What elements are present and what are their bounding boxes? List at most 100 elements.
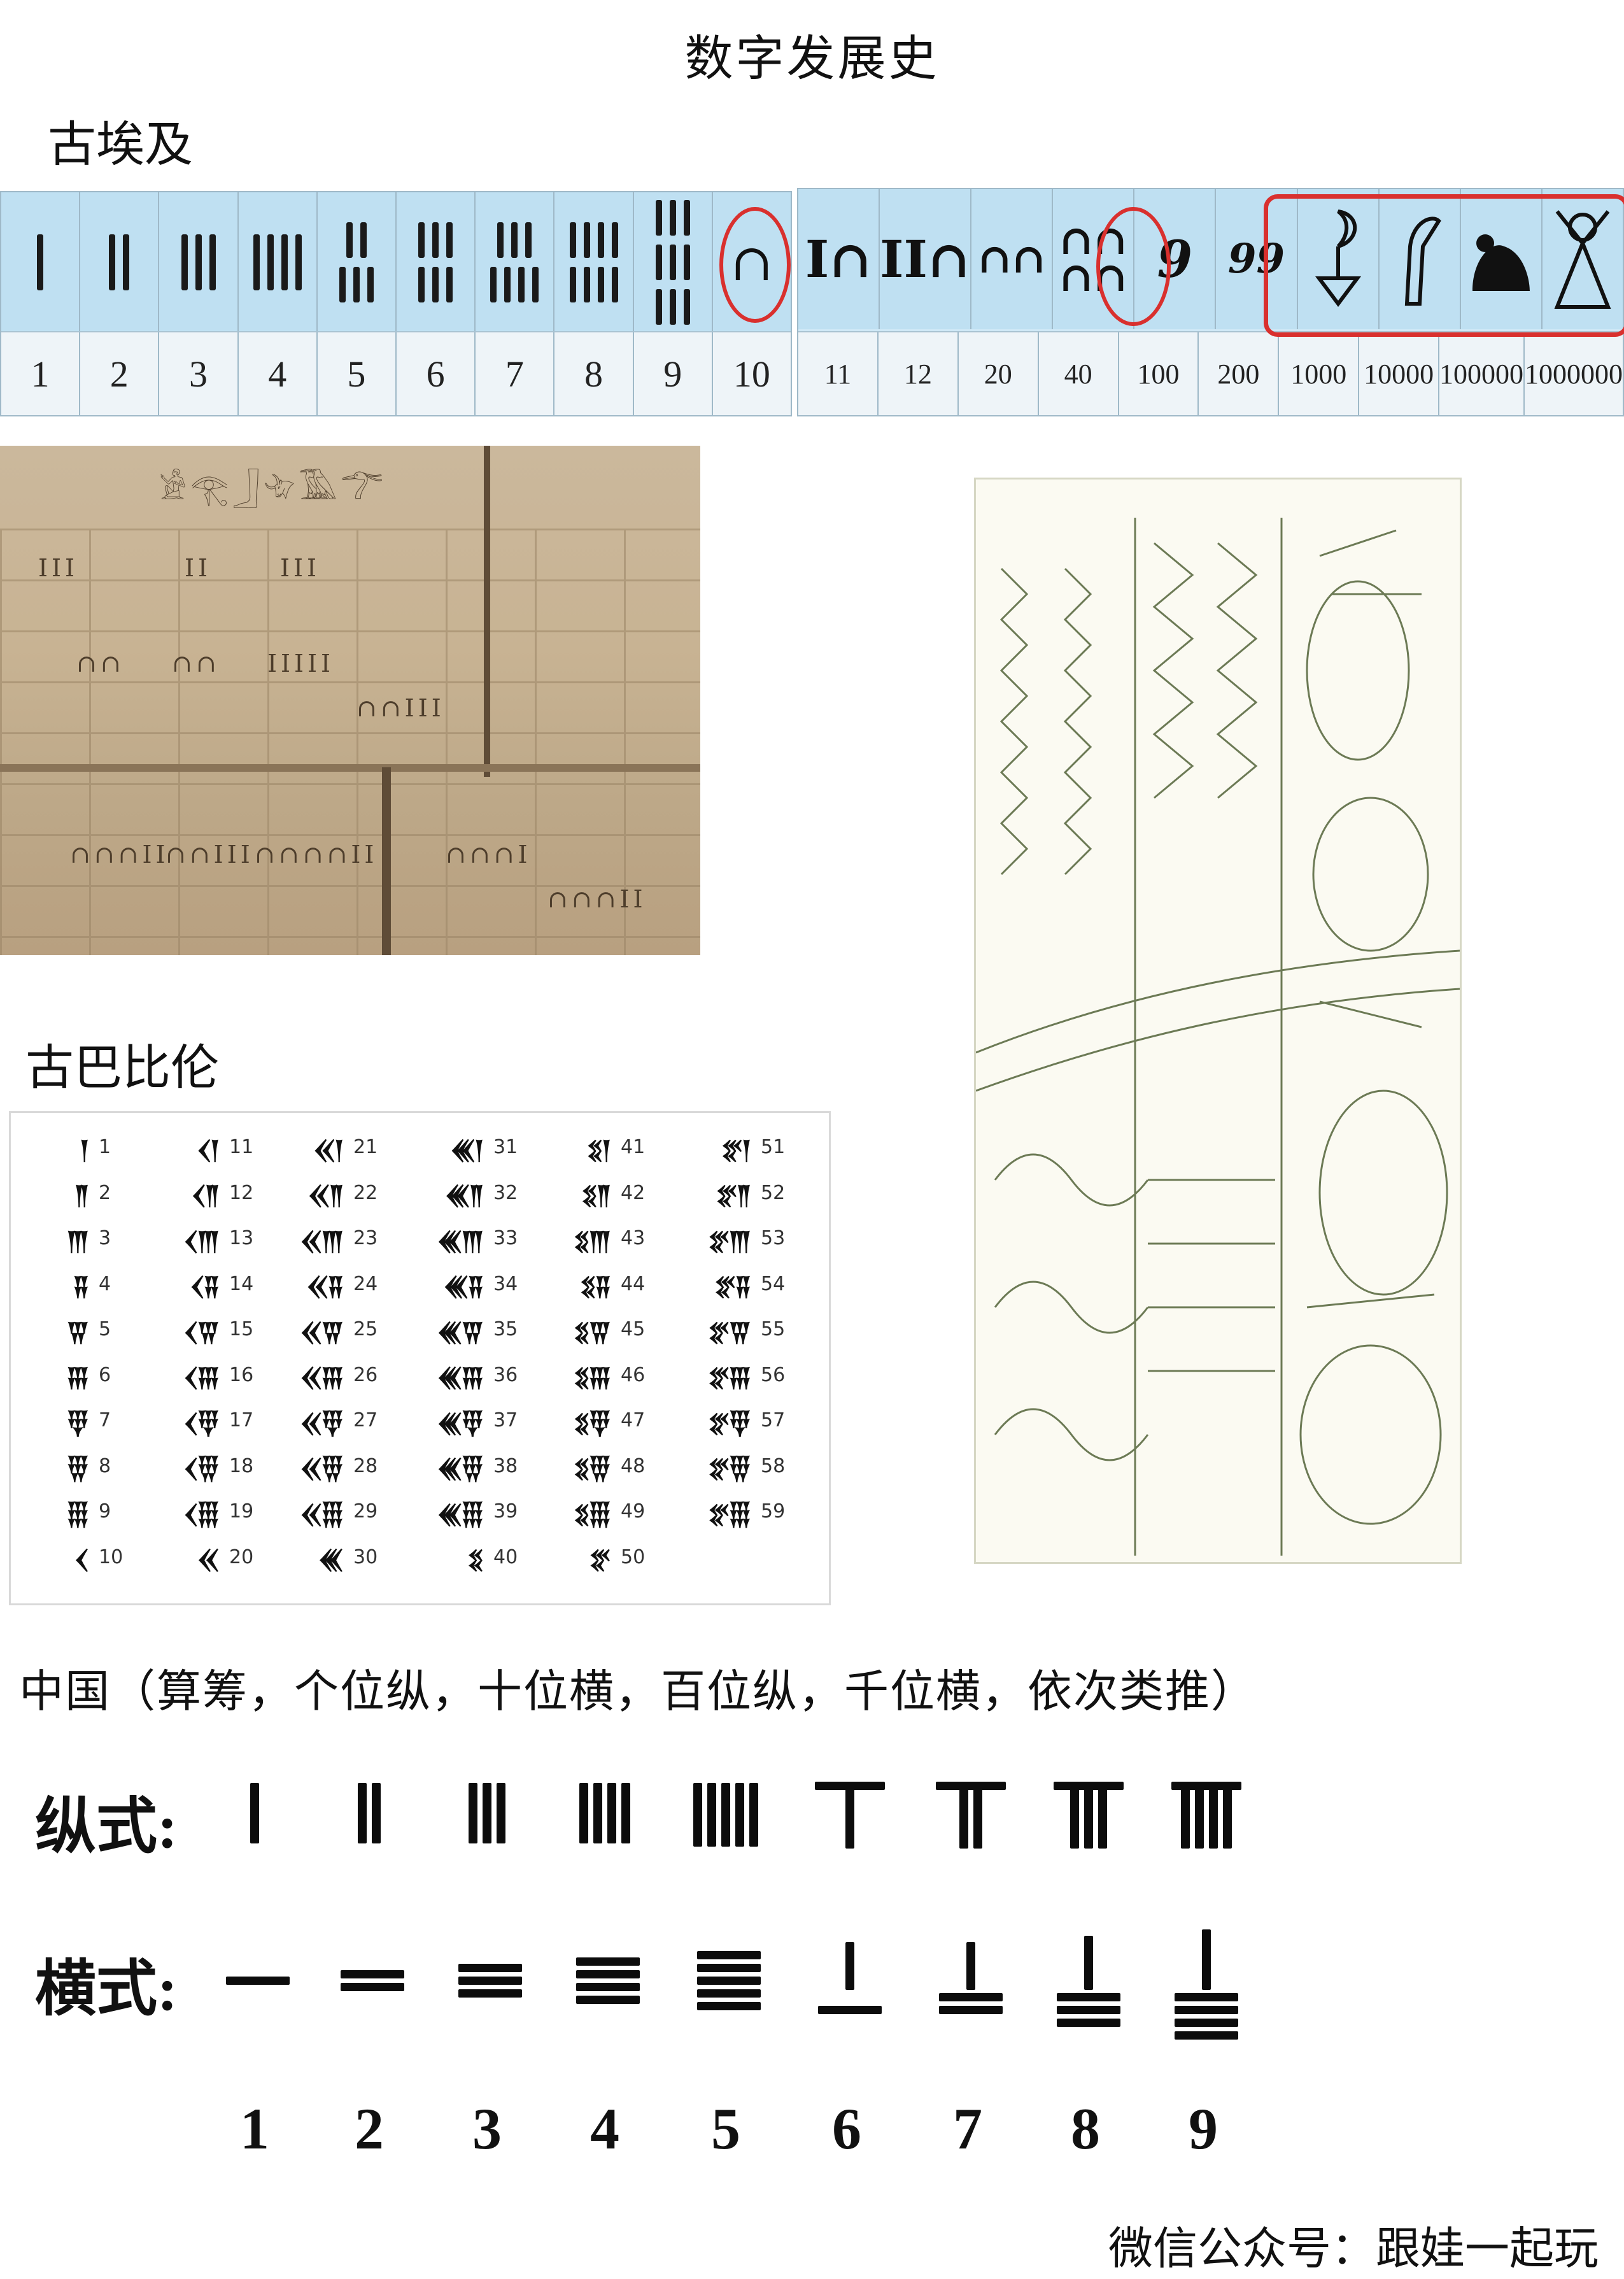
babylon-number: 5 — [99, 1318, 111, 1341]
babylon-number: 53 — [761, 1227, 786, 1250]
egypt-number-20: 20 — [984, 358, 1012, 390]
egypt-glyph-12: II∩ — [880, 189, 971, 329]
egypt-glyph-11: I∩ — [798, 189, 880, 329]
rod-digit-label: 2 — [355, 2096, 384, 2161]
babylon-numeral-20: 𒎙 20 — [167, 1535, 253, 1580]
babylon-number: 52 — [761, 1181, 786, 1204]
babylon-number: 34 — [493, 1272, 518, 1295]
babylon-number: 43 — [621, 1227, 646, 1250]
horizontal-rod-4 — [557, 1917, 653, 2038]
rod-digit-label: 4 — [590, 2096, 619, 2161]
babylon-number: 4 — [99, 1272, 111, 1295]
vertical-rod-3 — [439, 1770, 535, 1891]
babylon-numeral-table: 𒁹 1 𒈫 2 𒐈 3 𒐉 4 𒐊 5 𒐋 6 𒑂 7 𒑄 8 𒑆 9 𒌋 10 𒌋𒁹 11 𒌋𒈫 12 𒌋𒐈 13 𒌋𒐉 14 𒌋𒐊 1… — [9, 1111, 831, 1605]
babylon-number: 41 — [621, 1136, 646, 1159]
babylon-number: 11 — [229, 1136, 254, 1159]
babylon-number: 44 — [621, 1272, 646, 1295]
cuneiform-symbol: 𒌍 — [318, 1545, 344, 1575]
egypt-number-12: 12 — [903, 358, 932, 390]
babylon-number: 2 — [99, 1181, 111, 1204]
vertical-rod-1 — [207, 1770, 302, 1891]
egypt-glyph-5 — [318, 192, 397, 332]
babylon-number: 7 — [99, 1409, 111, 1432]
egypt-number-3: 3 — [189, 353, 208, 395]
vertical-rod-7 — [920, 1770, 1015, 1891]
babylon-number: 29 — [353, 1500, 378, 1523]
vertical-rod-8 — [1038, 1770, 1133, 1891]
egypt-number-7: 7 — [505, 353, 524, 395]
babylon-number: 48 — [621, 1454, 646, 1477]
egypt-glyph-8 — [554, 192, 634, 332]
egypt-number-9: 9 — [663, 353, 682, 395]
egypt-heading: 古埃及 — [48, 116, 193, 173]
rod-digit-label: 5 — [711, 2096, 740, 2161]
babylon-number: 15 — [229, 1318, 254, 1341]
egypt-number-100: 100 — [1137, 358, 1180, 390]
babylon-number: 40 — [493, 1545, 518, 1568]
egypt-glyph-7 — [476, 192, 555, 332]
babylon-number: 17 — [229, 1409, 254, 1432]
egypt-glyph-9 — [634, 192, 713, 332]
horizontal-rod-1 — [207, 1917, 302, 2038]
egypt-number-2: 2 — [109, 353, 129, 395]
babylon-number: 18 — [229, 1454, 254, 1477]
babylon-numeral-59: 𒐐𒑆 59 — [698, 1489, 785, 1535]
babylon-number: 12 — [229, 1181, 254, 1204]
egypt-glyph-1 — [1, 192, 81, 332]
cuneiform-symbol: 𒐏 — [467, 1545, 484, 1575]
egypt-number-8: 8 — [584, 353, 604, 395]
cuneiform-symbol: 𒐐 — [588, 1545, 612, 1575]
egypt-number-11: 11 — [824, 358, 852, 390]
vertical-form-label: 纵式: — [35, 1793, 178, 1861]
babylon-number: 24 — [353, 1272, 378, 1295]
babylon-number: 3 — [99, 1227, 111, 1250]
egypt-number-6: 6 — [426, 353, 445, 395]
babylon-number: 54 — [761, 1272, 786, 1295]
babylon-number: 8 — [99, 1454, 111, 1477]
egypt-number-40: 40 — [1064, 358, 1092, 390]
babylon-number: 32 — [493, 1181, 518, 1204]
babylon-number: 1 — [99, 1136, 111, 1159]
highlight-circle-100 — [1096, 207, 1171, 326]
rod-digit-label: 9 — [1189, 2096, 1218, 2161]
horizontal-rod-7 — [920, 1917, 1015, 2038]
vertical-rod-4 — [557, 1770, 653, 1891]
babylon-number: 49 — [621, 1500, 646, 1523]
horizontal-rod-8 — [1038, 1917, 1133, 2038]
highlight-rect-large — [1264, 194, 1624, 337]
vertical-rod-2 — [321, 1770, 417, 1891]
horizontal-rod-5 — [678, 1917, 773, 2038]
horizontal-rod-9 — [1155, 1917, 1251, 2040]
babylon-number: 45 — [621, 1318, 646, 1341]
babylon-number: 55 — [761, 1318, 786, 1341]
page-title: 数字发展史 — [684, 30, 940, 87]
egypt-number-1000: 1000 — [1290, 358, 1347, 390]
babylon-number: 27 — [353, 1409, 378, 1432]
babylon-number: 6 — [99, 1363, 111, 1386]
babylon-number: 16 — [229, 1363, 254, 1386]
hieroglyph-line-drawing — [974, 478, 1462, 1564]
babylon-number: 59 — [761, 1500, 786, 1523]
babylon-number: 26 — [353, 1363, 378, 1386]
babylon-heading: 古巴比伦 — [25, 1039, 219, 1096]
babylon-number: 35 — [493, 1318, 518, 1341]
babylon-number: 38 — [493, 1454, 518, 1477]
egypt-number-5: 5 — [347, 353, 366, 395]
babylon-number: 28 — [353, 1454, 378, 1477]
babylon-number: 13 — [229, 1227, 254, 1250]
egyptian-stone-photo: 𓀀𓂀𓃀𓄀𓅀𓆀 III II III ∩∩ ∩∩ IIIII ∩∩III ∩∩∩I… — [0, 446, 700, 955]
babylon-number: 46 — [621, 1363, 646, 1386]
babylon-number: 30 — [353, 1545, 378, 1568]
babylon-numeral-40: 𒐏 40 — [431, 1535, 518, 1580]
babylon-number: 20 — [229, 1545, 254, 1568]
babylon-number: 56 — [761, 1363, 786, 1386]
egypt-number-1: 1 — [31, 353, 50, 395]
egypt-number-10000: 10000 — [1364, 358, 1434, 390]
egypt-glyph-2 — [80, 192, 160, 332]
babylon-number: 37 — [493, 1409, 518, 1432]
babylon-number: 9 — [99, 1500, 111, 1523]
babylon-number: 25 — [353, 1318, 378, 1341]
footer-wechat: 微信公众号：跟娃一起玩 — [1108, 2222, 1599, 2275]
babylon-number: 39 — [493, 1500, 518, 1523]
horizontal-rod-6 — [799, 1917, 894, 2038]
